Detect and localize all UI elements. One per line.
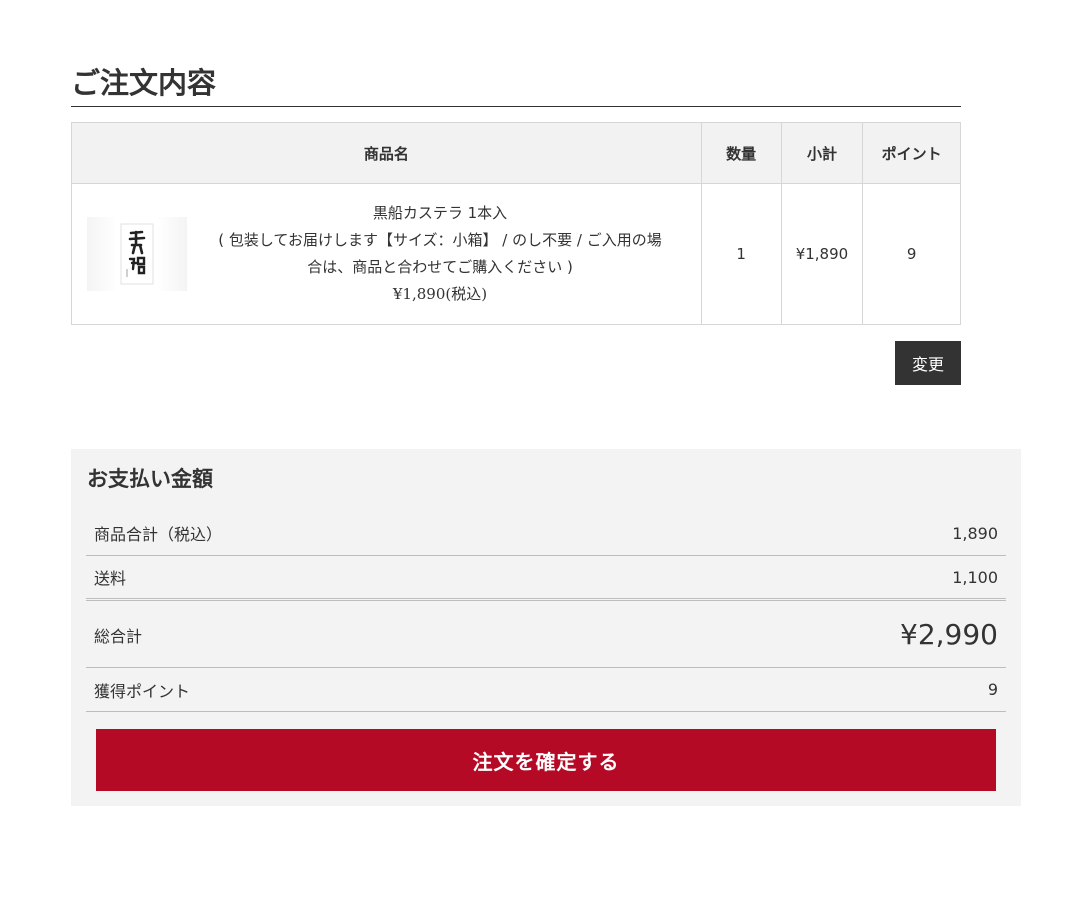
change-order-button[interactable]: 変更 xyxy=(895,341,961,385)
product-name: 黒船カステラ 1本入 xyxy=(372,204,508,222)
product-options: ( 包装してお届けします【サイズ：小箱】 / のし不要 / ご入用の場合は、商品… xyxy=(218,231,662,276)
product-cell: 黒船カステラ 1本入 ( 包装してお届けします【サイズ：小箱】 / のし不要 /… xyxy=(71,183,702,325)
column-header-name: 商品名 xyxy=(71,122,702,184)
order-confirmation-page: ご注文内容 商品名 数量 小計 ポイント 黒船カステラ 1本入 (包装してお届… xyxy=(0,0,1090,915)
column-header-subtotal: 小計 xyxy=(780,122,864,184)
product-image xyxy=(87,217,187,291)
grand-total-value: ¥2,990 xyxy=(900,618,998,651)
summary-value: 1,890 xyxy=(952,523,998,543)
summary-row-grand-total: 総合計 ¥2,990 xyxy=(86,602,1006,668)
product-details: 黒船カステラ 1本入 ( 包装してお届けします【サイズ：小箱】 / のし不要 /… xyxy=(215,200,665,308)
order-table-header: 商品名 数量 小計 ポイント xyxy=(71,122,961,184)
order-table: 商品名 数量 小計 ポイント 黒船カステラ 1本入 (包装してお届けします【サ… xyxy=(71,122,961,325)
order-section-title: ご注文内容 xyxy=(71,60,961,107)
product-subtotal: ¥1,890 xyxy=(780,183,864,325)
column-header-points: ポイント xyxy=(862,122,961,184)
summary-row-shipping: 送料 1,100 xyxy=(86,556,1006,601)
summary-label: 総合計 xyxy=(94,626,143,646)
product-points: 9 xyxy=(862,183,961,325)
column-header-quantity: 数量 xyxy=(700,122,782,184)
summary-value: 9 xyxy=(987,680,998,699)
product-package-icon xyxy=(120,223,154,285)
summary-label: 送料 xyxy=(94,569,127,588)
product-quantity: 1 xyxy=(700,183,782,325)
product-price: ¥1,890(税込) xyxy=(392,285,488,303)
payment-summary-panel: お支払い金額 商品合計（税込） 1,890 送料 1,100 総合計 ¥2,99… xyxy=(71,449,1021,806)
payment-summary-title: お支払い金額 xyxy=(87,467,213,491)
confirm-order-button[interactable]: 注文を確定する xyxy=(96,729,996,791)
summary-value: 1,100 xyxy=(952,567,998,587)
summary-label: 獲得ポイント xyxy=(94,681,191,701)
table-row: 黒船カステラ 1本入 ( 包装してお届けします【サイズ：小箱】 / のし不要 /… xyxy=(71,183,961,325)
summary-row-items-total: 商品合計（税込） 1,890 xyxy=(86,511,1006,556)
summary-row-earned-points: 獲得ポイント 9 xyxy=(86,668,1006,712)
summary-label: 商品合計（税込） xyxy=(94,525,223,544)
